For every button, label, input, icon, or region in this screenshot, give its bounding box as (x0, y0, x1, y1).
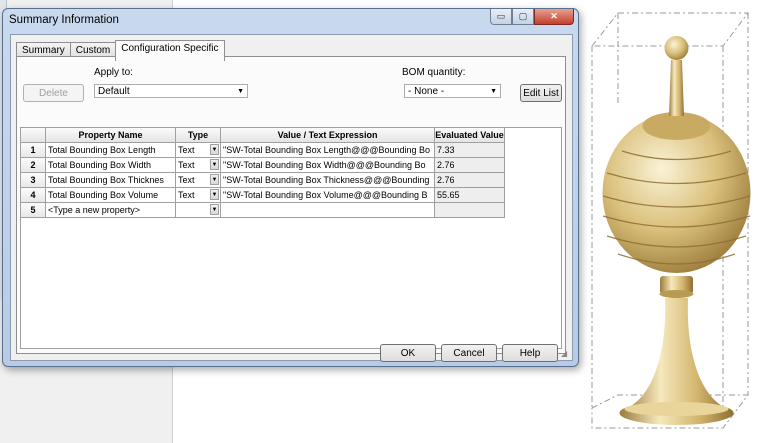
type-cell[interactable]: Text ▼ (176, 188, 221, 203)
property-name-cell[interactable]: Total Bounding Box Width (46, 158, 176, 173)
evaluated-value-cell (435, 203, 505, 218)
type-value: Text (178, 190, 195, 200)
chevron-down-icon[interactable]: ▼ (210, 144, 219, 155)
row-number[interactable]: 4 (21, 188, 46, 203)
chevron-down-icon[interactable]: ▼ (210, 204, 219, 215)
row-number[interactable]: 1 (21, 143, 46, 158)
chevron-down-icon: ▼ (490, 88, 497, 95)
resize-grip-icon[interactable]: ◢ (561, 349, 571, 359)
finial-model (602, 36, 751, 425)
table-row: 1 Total Bounding Box Length Text ▼ "SW-To… (21, 143, 561, 158)
property-name-cell[interactable]: Total Bounding Box Length (46, 143, 176, 158)
row-number[interactable]: 3 (21, 173, 46, 188)
value-expression-cell[interactable]: "SW-Total Bounding Box Width@@@Bounding … (221, 158, 435, 173)
window-controls: ▭ ▢ ✕ (490, 9, 574, 25)
dialog-title: Summary Information (9, 14, 119, 26)
header-value-expression[interactable]: Value / Text Expression (221, 128, 435, 143)
dialog-client-area: Summary Custom Configuration Specific De… (10, 34, 573, 362)
type-value: Text (178, 160, 195, 170)
grid-corner[interactable] (21, 128, 46, 143)
chevron-down-icon[interactable]: ▼ (210, 159, 219, 170)
value-expression-cell[interactable]: "SW-Total Bounding Box Volume@@@Bounding… (221, 188, 435, 203)
chevron-down-icon[interactable]: ▼ (210, 174, 219, 185)
chevron-down-icon: ▼ (237, 88, 244, 95)
apply-to-label: Apply to: (94, 67, 133, 78)
dialog-titlebar[interactable]: Summary Information ▭ ▢ ✕ (3, 9, 578, 31)
apply-to-select[interactable]: Default ▼ (94, 84, 248, 98)
table-row: 4 Total Bounding Box Volume Text ▼ "SW-To… (21, 188, 561, 203)
close-button[interactable]: ✕ (534, 9, 574, 25)
evaluated-value-cell: 2.76 (435, 158, 505, 173)
apply-to-value: Default (98, 86, 130, 97)
bom-quantity-value: - None - (408, 86, 445, 97)
table-row: 3 Total Bounding Box Thicknes Text ▼ "SW-… (21, 173, 561, 188)
new-property-cell[interactable]: <Type a new property> (46, 203, 176, 218)
edit-list-button[interactable]: Edit List (520, 84, 562, 102)
property-name-cell[interactable]: Total Bounding Box Volume (46, 188, 176, 203)
table-row: 5 <Type a new property> ▼ (21, 203, 561, 218)
type-cell[interactable]: Text ▼ (176, 158, 221, 173)
delete-button[interactable]: Delete (23, 84, 84, 102)
grid-header-row: Property Name Type Value / Text Expressi… (21, 128, 561, 143)
header-evaluated-value[interactable]: Evaluated Value (435, 128, 505, 143)
type-cell[interactable]: Text ▼ (176, 173, 221, 188)
type-cell[interactable]: Text ▼ (176, 143, 221, 158)
evaluated-value-cell: 55.65 (435, 188, 505, 203)
property-grid: Property Name Type Value / Text Expressi… (20, 127, 562, 349)
type-cell[interactable]: ▼ (176, 203, 221, 218)
header-property-name[interactable]: Property Name (46, 128, 176, 143)
table-row: 2 Total Bounding Box Width Text ▼ "SW-Tot… (21, 158, 561, 173)
cancel-button[interactable]: Cancel (441, 344, 497, 362)
evaluated-value-cell: 2.76 (435, 173, 505, 188)
ok-button[interactable]: OK (380, 344, 436, 362)
minimize-button[interactable]: ▭ (490, 9, 512, 25)
bom-quantity-label: BOM quantity: (402, 67, 466, 78)
restore-button[interactable]: ▢ (512, 9, 534, 25)
value-expression-cell[interactable]: "SW-Total Bounding Box Thickness@@@Bound… (221, 173, 435, 188)
evaluated-value-cell: 7.33 (435, 143, 505, 158)
value-expression-cell[interactable]: "SW-Total Bounding Box Length@@@Bounding… (221, 143, 435, 158)
header-type[interactable]: Type (176, 128, 221, 143)
chevron-down-icon[interactable]: ▼ (210, 189, 219, 200)
row-number[interactable]: 2 (21, 158, 46, 173)
row-number[interactable]: 5 (21, 203, 46, 218)
property-name-cell[interactable]: Total Bounding Box Thicknes (46, 173, 176, 188)
model-3d-view[interactable] (585, 8, 768, 438)
bom-quantity-select[interactable]: - None - ▼ (404, 84, 501, 98)
help-button[interactable]: Help (502, 344, 558, 362)
tab-configuration-specific[interactable]: Configuration Specific (115, 40, 225, 61)
summary-information-dialog: Summary Information ▭ ▢ ✕ Summary Custom… (2, 8, 579, 367)
configuration-specific-page: Delete Apply to: Default ▼ BOM quantity:… (16, 56, 566, 354)
type-value: Text (178, 145, 195, 155)
type-value: Text (178, 175, 195, 185)
value-expression-cell[interactable] (221, 203, 435, 218)
